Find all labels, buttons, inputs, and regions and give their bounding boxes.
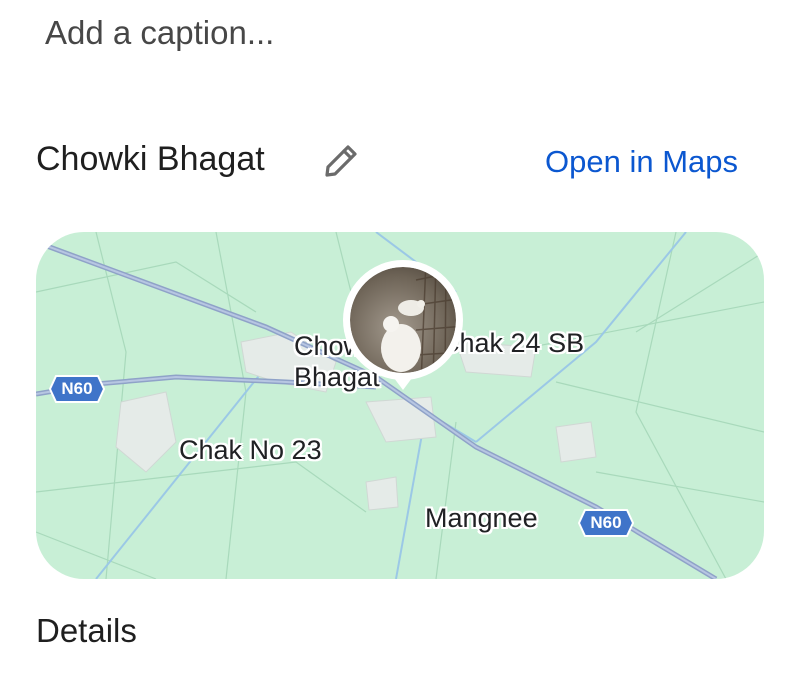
- n60-shield-right-label: N60: [590, 513, 622, 532]
- pencil-icon[interactable]: [318, 140, 362, 184]
- caption-input[interactable]: [45, 8, 745, 58]
- location-row: Chowki Bhagat Open in Maps: [36, 136, 746, 188]
- details-heading: Details: [36, 612, 137, 649]
- map-label-mangnee: Mangnee: [425, 503, 538, 533]
- n60-shield-left: N60: [48, 374, 106, 404]
- map-label-chak-no-23: Chak No 23: [179, 435, 322, 465]
- n60-shield-left-label: N60: [61, 379, 93, 398]
- location-name[interactable]: Chowki Bhagat: [36, 140, 265, 179]
- open-in-maps-link[interactable]: Open in Maps: [545, 144, 738, 180]
- n60-shield-right: N60: [577, 508, 635, 538]
- map-preview[interactable]: N60 N60 Chowki Bhagat Chak 24 SB Chak No…: [36, 232, 764, 579]
- photo-location-pin[interactable]: [341, 260, 465, 400]
